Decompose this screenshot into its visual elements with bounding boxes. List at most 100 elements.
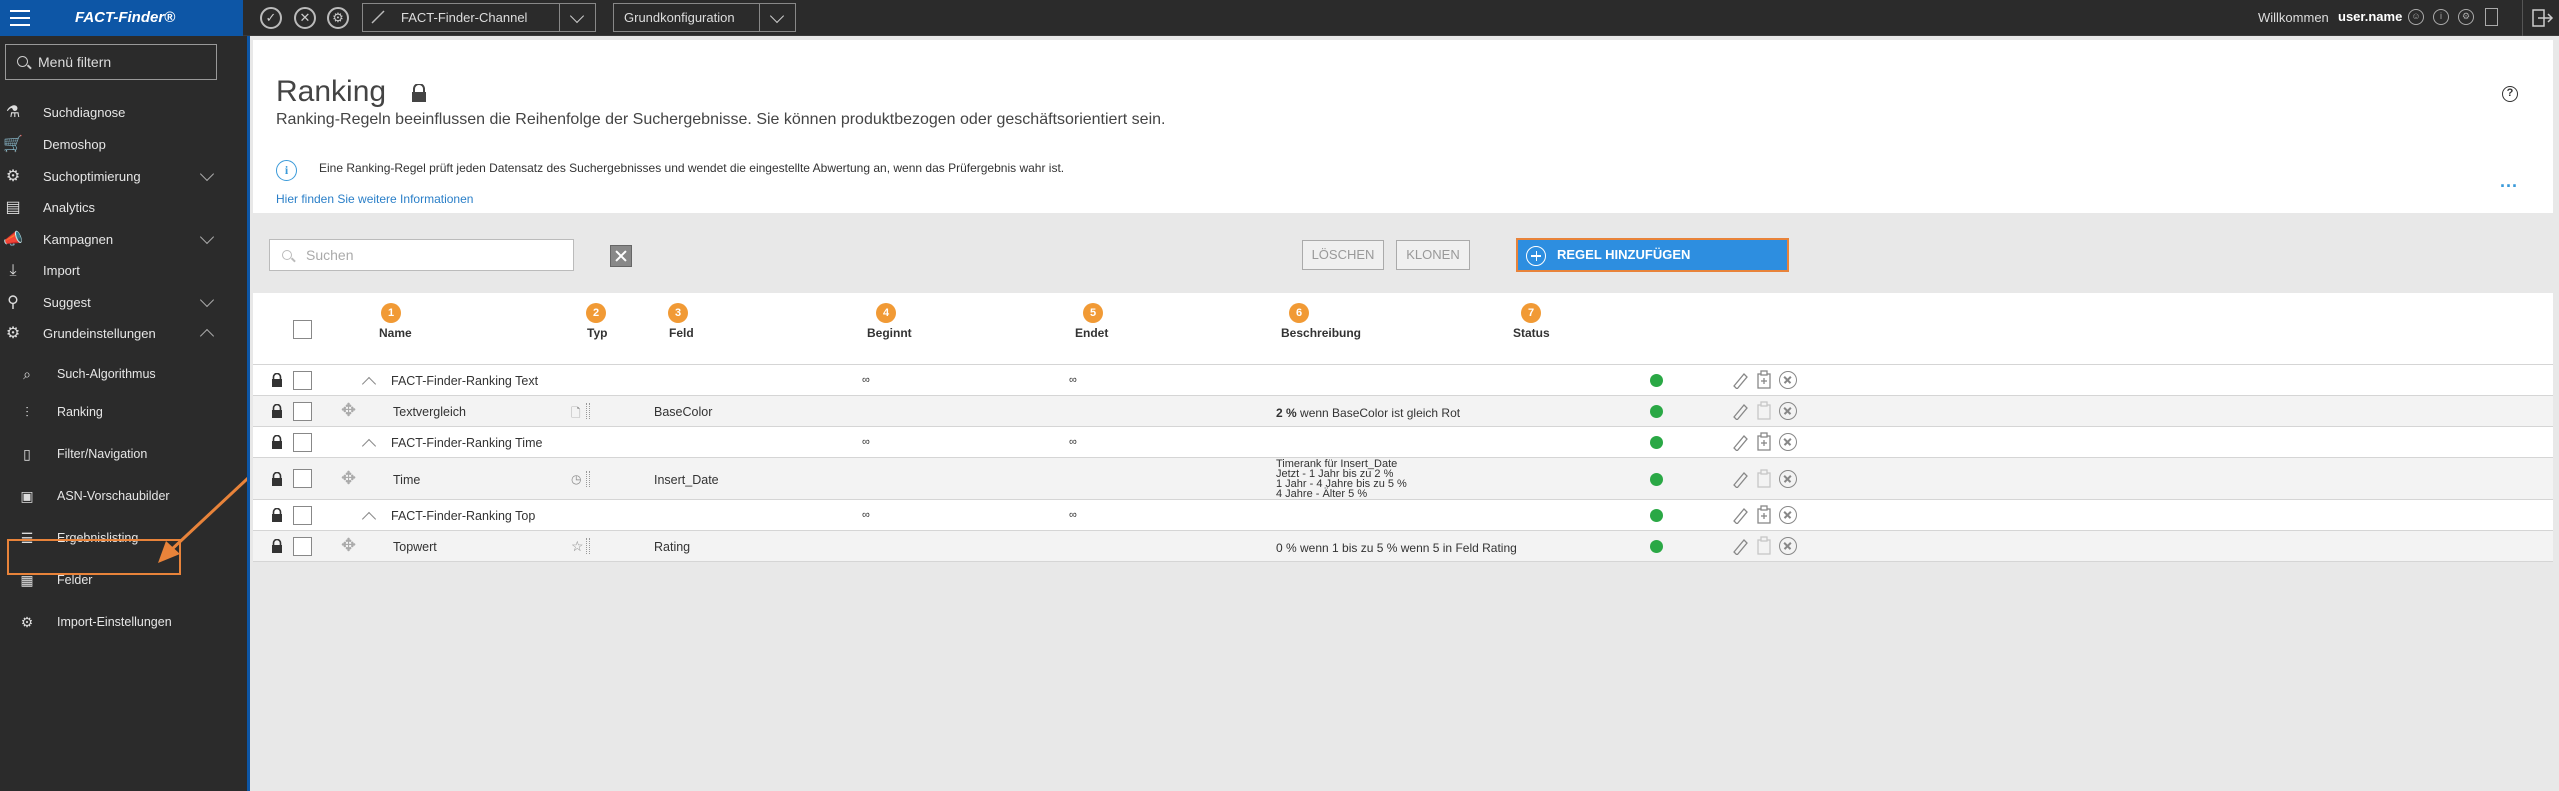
user-icon[interactable]: ☺ [2408,9,2424,25]
edit-pencil-icon[interactable] [1731,402,1749,420]
sidebar-item-grundeinstellungen[interactable]: ⚙ Grundeinstellungen [0,313,243,353]
help-icon[interactable]: ? [2502,86,2518,102]
row-checkbox[interactable] [293,469,312,488]
info-icon: i [276,160,297,181]
delete-circle-icon[interactable] [1779,433,1797,451]
row-checkbox[interactable] [293,402,312,421]
delete-circle-icon[interactable] [1779,537,1797,555]
row-checkbox[interactable] [293,371,312,390]
rule-name: FACT-Finder-Ranking Time [391,436,543,450]
brand-area: FACT-Finder® [0,0,243,36]
column-number-badge: 6 [1289,303,1309,323]
copy-icon [1757,469,1771,488]
edit-pencil-icon[interactable] [1731,433,1749,451]
config-label: Grundkonfiguration [624,10,735,25]
column-header-field[interactable]: Feld [669,326,694,340]
add-rule-button[interactable]: REGEL HINZUFÜGEN [1516,238,1789,272]
delete-circle-icon[interactable] [1779,371,1797,389]
collapse-chevron-icon[interactable] [361,438,377,454]
type-indicator [586,538,590,554]
top-bar: FACT-Finder® ✓ ✕ ⚙ FACT-Finder-Channel G… [0,0,2559,36]
presentation-icon: ▤ [5,199,21,216]
username[interactable]: user.name [2338,9,2402,24]
edit-pencil-icon[interactable] [1731,371,1749,389]
hamburger-menu-icon[interactable] [10,10,30,26]
collapse-chevron-icon[interactable] [361,376,377,392]
copy-icon [1757,536,1771,555]
chevron-down-icon [199,292,215,308]
sidebar-item-label: Suggest [43,295,91,310]
begins-value: ∞ [862,509,870,521]
search-icon [282,250,292,260]
column-header-begins[interactable]: Beginnt [867,326,912,340]
column-header-status[interactable]: Status [1513,326,1550,340]
chevron-down-icon [199,229,215,245]
copy-icon[interactable] [1755,505,1773,525]
table-row[interactable]: FACT-Finder-Ranking Top ∞ ∞ [253,499,2553,530]
column-number-badge: 4 [876,303,896,323]
column-header-type[interactable]: Typ [587,326,607,340]
select-all-checkbox[interactable] [293,320,312,339]
settings-circle-icon[interactable]: ⚙ [2458,9,2474,25]
status-active-dot[interactable] [1650,509,1663,522]
more-info-link[interactable]: Hier finden Sie weitere Informationen [276,192,473,206]
delete-circle-icon[interactable] [1779,470,1797,488]
clone-button[interactable]: KLONEN [1396,240,1470,270]
sidebar-item-label: Analytics [43,200,96,215]
status-active-dot[interactable] [1650,374,1663,387]
gear-circle-icon[interactable]: ⚙ [327,7,349,29]
calculator-icon[interactable] [2485,8,2498,26]
begins-value: ∞ [862,374,870,386]
text-type-icon: 🗋 [571,406,581,420]
drag-move-icon[interactable]: ✥ [341,400,356,421]
delete-circle-icon[interactable] [1779,506,1797,524]
column-header-description[interactable]: Beschreibung [1281,326,1361,340]
table-row[interactable]: FACT-Finder-Ranking Time ∞ ∞ [253,426,2553,457]
download-icon: ⤓ [9,262,17,279]
check-icon[interactable]: ✓ [260,7,282,29]
channel-icon [371,10,385,24]
cancel-circle-icon[interactable]: ✕ [294,7,316,29]
search-placeholder: Suchen [306,247,354,263]
edit-pencil-icon[interactable] [1731,537,1749,555]
collapse-chevron-icon[interactable] [361,511,377,527]
logout-icon[interactable] [2522,0,2559,36]
sidebar-subitem-ranking[interactable]: ⫶ Ranking [0,394,243,430]
table-row[interactable]: ✥ Textvergleich 🗋 BaseColor 2 % wenn Bas… [253,395,2553,426]
more-options-icon[interactable]: ... [2500,171,2518,192]
row-checkbox[interactable] [293,537,312,556]
table-row[interactable]: ✥ Time ◷ Insert_Date Timerank für Insert… [253,457,2553,500]
delete-circle-icon[interactable] [1779,402,1797,420]
menu-filter-input[interactable]: Menü filtern [5,44,217,80]
column-header-ends[interactable]: Endet [1075,326,1108,340]
info-circle-icon[interactable]: i [2433,9,2449,25]
search-input[interactable]: Suchen [269,239,574,271]
chevron-down-icon [759,4,795,31]
table-row[interactable]: FACT-Finder-Ranking Text ∞ ∞ [253,364,2553,395]
table-header: 1 Name 2 Typ 3 Feld 4 Beginnt 5 Endet 6 … [253,293,2553,364]
table-row[interactable]: ✥ Topwert ☆ Rating 0 % wenn 1 bis zu 5 %… [253,530,2553,562]
channel-select[interactable]: FACT-Finder-Channel [362,3,596,32]
row-checkbox[interactable] [293,433,312,452]
delete-button[interactable]: LÖSCHEN [1302,240,1384,270]
sidebar-item-label: Grundeinstellungen [43,326,156,341]
lock-icon [272,435,282,449]
clear-search-button[interactable] [610,245,632,267]
edit-pencil-icon[interactable] [1731,506,1749,524]
sidebar-subitem-such-algorithmus[interactable]: ⌕ Such-Algorithmus [0,356,243,392]
copy-icon[interactable] [1755,432,1773,452]
drag-move-icon[interactable]: ✥ [341,468,356,489]
drag-move-icon[interactable]: ✥ [341,535,356,556]
copy-icon[interactable] [1755,370,1773,390]
status-active-dot[interactable] [1650,473,1663,486]
status-active-dot[interactable] [1650,436,1663,449]
status-active-dot[interactable] [1650,405,1663,418]
sidebar-subitem-import-einstellungen[interactable]: ⚙ Import-Einstellungen [0,604,243,640]
row-checkbox[interactable] [293,506,312,525]
main-inner: Ranking Ranking-Regeln beeinflussen die … [253,40,2553,791]
config-select[interactable]: Grundkonfiguration [613,3,796,32]
edit-pencil-icon[interactable] [1731,470,1749,488]
rule-name: Time [393,473,421,487]
column-header-name[interactable]: Name [379,326,412,340]
status-active-dot[interactable] [1650,540,1663,553]
